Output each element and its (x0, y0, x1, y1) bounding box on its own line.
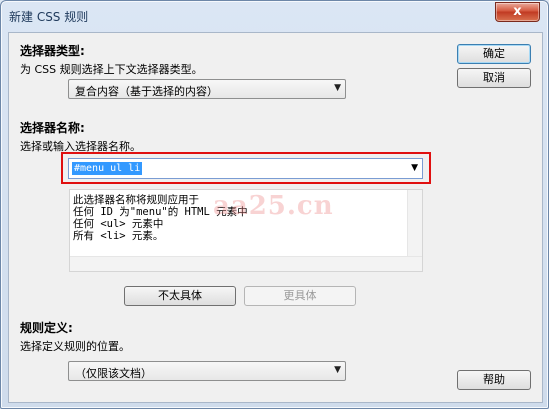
explanation-line: 所有 <li> 元素。 (73, 230, 164, 242)
rule-definition-dropdown[interactable]: （仅限该文档） ▼ (68, 361, 346, 381)
selector-type-heading: 选择器类型: (20, 44, 85, 58)
rule-definition-heading: 规则定义: (20, 321, 73, 335)
help-button[interactable]: 帮助 (457, 370, 531, 390)
ok-button[interactable]: 确定 (457, 44, 531, 64)
new-css-rule-dialog: 新建 CSS 规则 x 选择器类型: 为 CSS 规则选择上下文选择器类型。 复… (0, 0, 549, 409)
selector-name-heading: 选择器名称: (20, 121, 85, 135)
selector-name-input[interactable]: #menu ul li (72, 162, 143, 175)
more-specific-button[interactable]: 更具体 (244, 286, 356, 306)
chevron-down-icon[interactable]: ▼ (411, 163, 418, 173)
selector-name-combo[interactable]: #menu ul li ▼ (68, 158, 423, 179)
rule-definition-value: （仅限该文档） (75, 367, 152, 380)
selector-type-description: 为 CSS 规则选择上下文选择器类型。 (20, 63, 203, 76)
dialog-title: 新建 CSS 规则 (9, 10, 89, 24)
title-bar: 新建 CSS 规则 x (1, 1, 548, 31)
less-specific-button[interactable]: 不太具体 (124, 286, 236, 306)
watermark: aa25.cn (213, 191, 334, 221)
dialog-body: 选择器类型: 为 CSS 规则选择上下文选择器类型。 复合内容（基于选择的内容）… (8, 32, 543, 403)
vertical-scrollbar[interactable] (407, 190, 422, 257)
chevron-down-icon: ▼ (334, 365, 341, 375)
close-button[interactable]: x (495, 2, 540, 22)
rule-definition-description: 选择定义规则的位置。 (20, 340, 130, 353)
horizontal-scrollbar[interactable] (70, 256, 422, 271)
cancel-button[interactable]: 取消 (457, 68, 531, 88)
selector-type-value: 复合内容（基于选择的内容） (75, 85, 218, 98)
selector-type-dropdown[interactable]: 复合内容（基于选择的内容） ▼ (68, 79, 346, 99)
chevron-down-icon: ▼ (334, 83, 341, 93)
